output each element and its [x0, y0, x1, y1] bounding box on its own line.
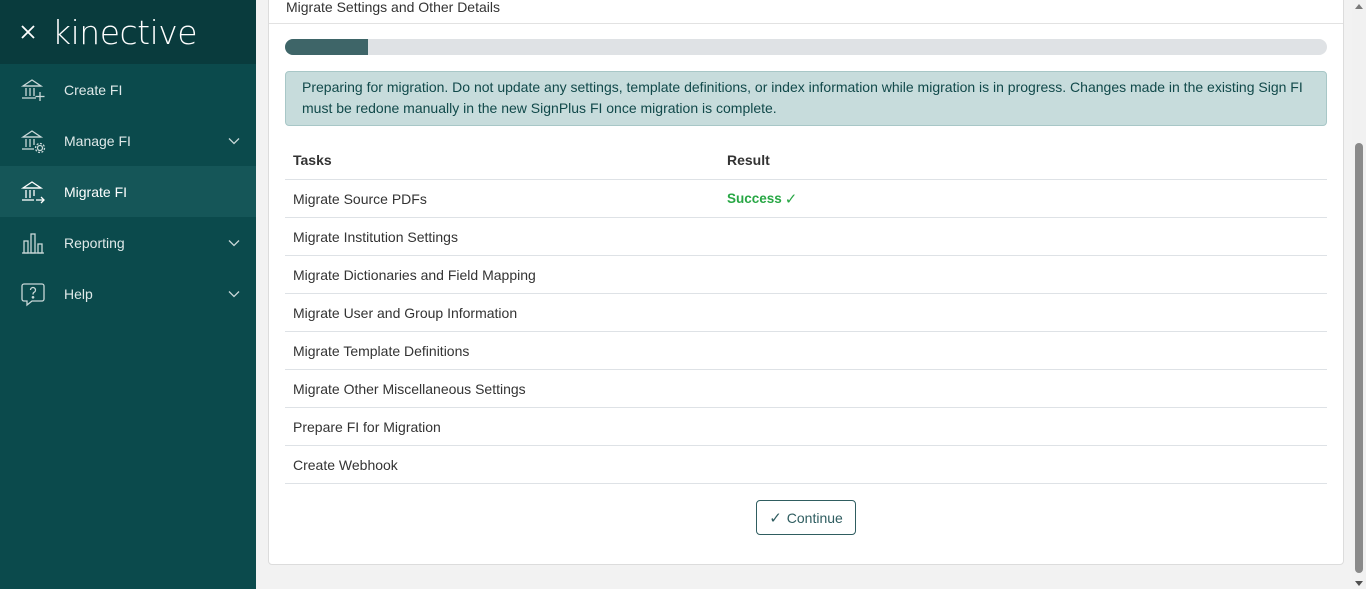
bank-plus-icon	[20, 77, 46, 103]
check-icon: ✓	[784, 190, 798, 208]
task-name: Create Webhook	[285, 445, 719, 484]
help-bubble-icon	[20, 281, 46, 307]
table-row: Migrate Dictionaries and Field Mapping	[285, 255, 1327, 294]
kinective-logo: kinective	[52, 12, 198, 52]
bank-gear-icon	[20, 128, 46, 154]
sidebar: kinective Create FI Manage FI Migrate FI…	[0, 0, 256, 589]
task-name: Migrate Institution Settings	[285, 217, 719, 256]
table-row: Migrate Institution Settings	[285, 217, 1327, 256]
tasks-table: Tasks Result Migrate Source PDFs Success…	[285, 143, 1327, 484]
scroll-up-icon[interactable]	[1355, 4, 1363, 9]
task-name: Migrate Dictionaries and Field Mapping	[285, 255, 719, 294]
sidebar-item-label: Migrate FI	[64, 183, 128, 200]
close-icon[interactable]	[18, 22, 38, 42]
table-row: Migrate Other Miscellaneous Settings	[285, 369, 1327, 408]
chevron-down-icon	[228, 290, 240, 297]
sidebar-item-label: Reporting	[64, 234, 125, 251]
table-row: Migrate User and Group Information	[285, 293, 1327, 332]
task-result	[719, 331, 1327, 370]
task-name: Prepare FI for Migration	[285, 407, 719, 446]
table-row: Create Webhook	[285, 445, 1327, 484]
scroll-down-icon[interactable]	[1355, 581, 1363, 586]
task-name: Migrate Other Miscellaneous Settings	[285, 369, 719, 408]
migration-card: Migrate Settings and Other Details Prepa…	[268, 0, 1344, 565]
bar-chart-icon	[20, 230, 46, 256]
task-name: Migrate Template Definitions	[285, 331, 719, 370]
continue-button[interactable]: ✓ Continue	[756, 500, 856, 535]
task-name: Migrate User and Group Information	[285, 293, 719, 332]
sidebar-item-help[interactable]: Help	[0, 268, 256, 319]
success-status: Success ✓	[727, 190, 797, 208]
sidebar-item-migrate-fi[interactable]: Migrate FI	[0, 166, 256, 217]
sidebar-item-label: Help	[64, 285, 93, 302]
migration-alert: Preparing for migration. Do not update a…	[285, 71, 1327, 126]
progress-fill	[285, 39, 369, 55]
column-header-result: Result	[719, 143, 1327, 180]
migration-progress-bar	[285, 39, 1327, 55]
chevron-down-icon	[228, 239, 240, 246]
check-icon: ✓	[769, 509, 782, 527]
sidebar-item-reporting[interactable]: Reporting	[0, 217, 256, 268]
column-header-tasks: Tasks	[285, 143, 719, 180]
sidebar-item-label: Manage FI	[64, 132, 131, 149]
brand-bar: kinective	[0, 0, 256, 64]
sidebar-item-create-fi[interactable]: Create FI	[0, 64, 256, 115]
bank-arrow-icon	[20, 179, 46, 205]
scrollbar-thumb[interactable]	[1355, 143, 1363, 573]
chevron-down-icon	[228, 137, 240, 144]
task-result	[719, 255, 1327, 294]
success-label: Success	[727, 191, 782, 206]
task-result: Success ✓	[719, 179, 1327, 218]
sidebar-item-label: Create FI	[64, 81, 123, 98]
table-row: Migrate Source PDFs Success ✓	[285, 179, 1327, 218]
card-title: Migrate Settings and Other Details	[269, 0, 1343, 24]
continue-label: Continue	[786, 509, 843, 526]
task-result	[719, 293, 1327, 332]
task-result	[719, 407, 1327, 446]
table-row: Migrate Template Definitions	[285, 331, 1327, 370]
task-result	[719, 369, 1327, 408]
task-name: Migrate Source PDFs	[285, 179, 719, 218]
task-result	[719, 217, 1327, 256]
table-header-row: Tasks Result	[285, 143, 1327, 180]
sidebar-item-manage-fi[interactable]: Manage FI	[0, 115, 256, 166]
table-row: Prepare FI for Migration	[285, 407, 1327, 446]
page-scrollbar[interactable]	[1352, 0, 1366, 589]
task-result	[719, 445, 1327, 484]
main-content: Migrate Settings and Other Details Prepa…	[256, 0, 1352, 589]
